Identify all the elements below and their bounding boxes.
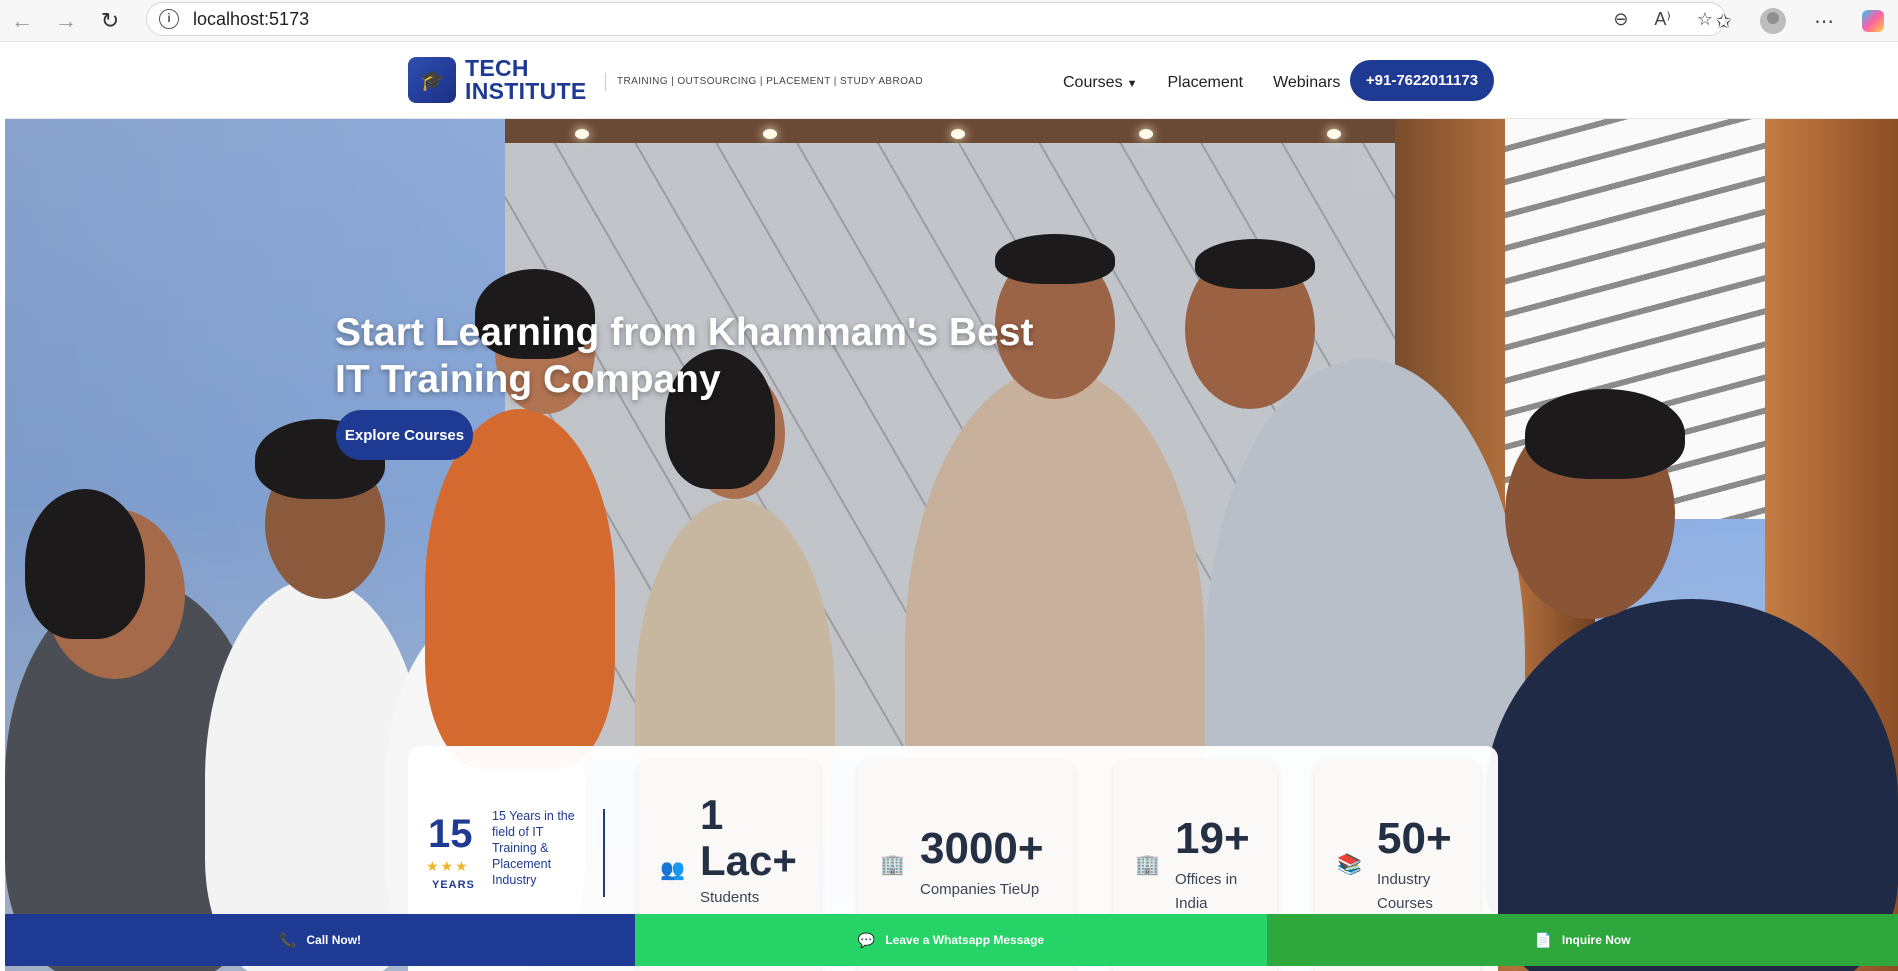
call-now-button[interactable]: 📞 Call Now! [5,914,635,966]
copilot-icon[interactable] [1862,10,1884,32]
students-icon: 👥 [660,859,685,881]
years-number: 15 [428,812,473,856]
profile-icon[interactable] [1760,8,1786,34]
browser-toolbar: ← → ↻ i localhost:5173 ⊖ A⁾ ☆ ✩ ⋯ [0,0,1898,42]
ceiling-light [1327,129,1341,139]
logo-text[interactable]: TECH INSTITUTE [465,57,587,103]
person-silhouette [425,409,615,769]
whatsapp-button[interactable]: 💬 Leave a Whatsapp Message [635,914,1267,966]
stat-label: Students [700,889,760,906]
info-icon[interactable]: i [159,9,179,29]
logo-line-2: INSTITUTE [465,78,587,104]
logo-line-1: TECH [465,55,529,81]
stat-label: Offices in India [1175,871,1238,912]
tagline: TRAINING | OUTSOURCING | PLACEMENT | STU… [617,76,923,87]
nav-placement[interactable]: Placement [1167,74,1243,92]
explore-courses-button[interactable]: Explore Courses [336,410,473,460]
document-icon: 📄 [1534,931,1552,948]
nav-courses[interactable]: Courses ▼ [1063,74,1137,92]
chat-bubble-icon: 💬 [857,931,876,948]
phone-icon: 📞 [278,931,297,948]
site-header: 🎓 TECH INSTITUTE TRAINING | OUTSOURCING … [5,43,1898,119]
phone-button[interactable]: +91-7622011173 [1350,60,1494,101]
logo-divider [605,73,606,91]
back-icon[interactable]: ← [0,0,44,42]
person-hair [1525,389,1685,479]
refresh-icon[interactable]: ↻ [88,0,132,42]
ceiling-light [1139,129,1153,139]
office-icon: 🏢 [1135,854,1160,876]
hero-title-line-2: IT Training Company [335,358,721,401]
person-hair [1195,239,1315,289]
nav-courses-label: Courses [1063,74,1123,91]
stat-number: 1 Lac+ [700,791,797,884]
books-icon: 📚 [1337,854,1362,876]
favorites-icon[interactable]: ✩ [1715,9,1732,34]
ceiling-light [575,129,589,139]
zoom-out-icon[interactable]: ⊖ [1613,9,1628,30]
hero-ceiling [505,119,1505,143]
read-aloud-icon[interactable]: A⁾ [1654,9,1670,30]
ceiling-light [951,129,965,139]
more-icon[interactable]: ⋯ [1814,9,1834,34]
bottom-cta-bar: 📞 Call Now! 💬 Leave a Whatsapp Message 📄… [5,914,1898,966]
call-now-label: Call Now! [306,933,362,947]
ceiling-light [763,129,777,139]
favorite-star-icon[interactable]: ☆ [1697,9,1713,30]
nav-webinars[interactable]: Webinars [1273,74,1340,92]
years-label: YEARS [432,879,475,891]
hero-title: Start Learning from Khammam's Best IT Tr… [335,309,1035,403]
stat-number: 19+ [1175,814,1250,863]
website: 🎓 TECH INSTITUTE TRAINING | OUTSOURCING … [5,43,1898,971]
url-text: localhost:5173 [193,8,310,29]
years-stat: 15 ★★★ YEARS 15 Years in the field of IT… [424,796,599,896]
hero-title-line-1: Start Learning from Khammam's Best [335,311,1034,354]
main-nav: Courses ▼ Placement Webinars [1063,61,1340,105]
inquire-now-label: Inquire Now [1561,933,1631,947]
graduation-cap-icon[interactable]: 🎓 [408,57,456,103]
address-bar[interactable]: i localhost:5173 ⊖ A⁾ ☆ [146,2,1726,36]
whatsapp-label: Leave a Whatsapp Message [885,933,1045,947]
person-hair [25,489,145,639]
building-icon: 🏢 [880,854,905,876]
inquire-now-button[interactable]: 📄 Inquire Now [1267,914,1898,966]
years-description: 15 Years in the field of IT Training & P… [492,809,575,887]
stars-icon: ★★★ [426,858,470,874]
caret-down-icon: ▼ [1126,78,1138,90]
stat-label: Industry Courses [1377,871,1433,912]
stat-number: 50+ [1377,814,1452,863]
years-divider [603,809,605,897]
stat-number: 3000+ [920,824,1044,873]
forward-icon[interactable]: → [44,0,88,42]
stat-label: Companies TieUp [920,881,1040,898]
person-hair [995,234,1115,284]
